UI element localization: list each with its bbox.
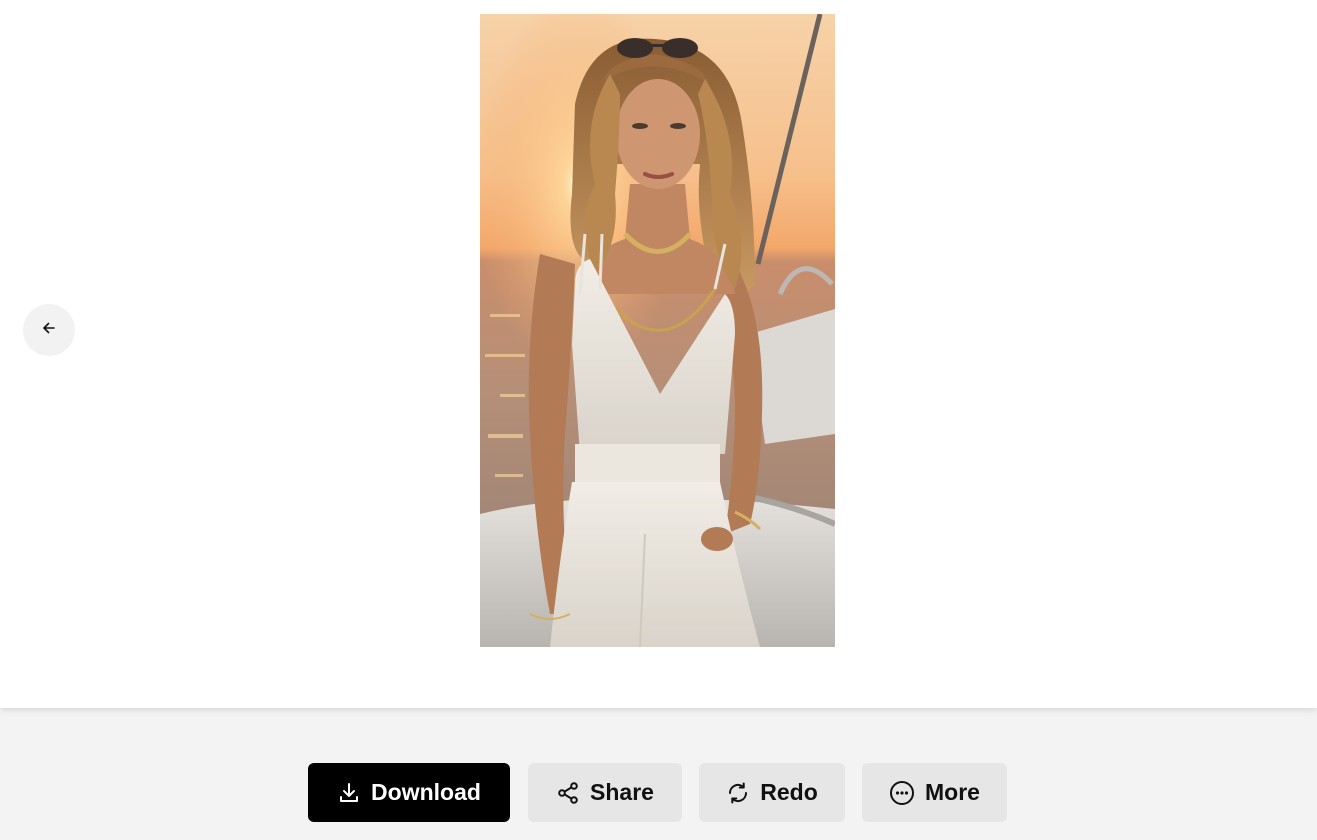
back-button[interactable] xyxy=(23,304,75,356)
download-button[interactable]: Download xyxy=(308,763,510,822)
redo-button[interactable]: Redo xyxy=(699,763,845,822)
image-viewer xyxy=(0,0,1317,708)
share-label: Share xyxy=(590,779,654,805)
download-icon xyxy=(337,781,361,805)
share-icon xyxy=(556,781,580,805)
refresh-icon xyxy=(726,781,750,805)
more-button[interactable]: More xyxy=(862,763,1007,822)
redo-label: Redo xyxy=(760,779,818,805)
action-bar: Download Share Redo More xyxy=(0,763,1317,822)
arrow-left-icon xyxy=(41,320,57,341)
more-horizontal-circle-icon xyxy=(889,780,915,806)
generated-image[interactable] xyxy=(480,14,835,647)
more-label: More xyxy=(925,779,980,805)
download-label: Download xyxy=(371,779,481,805)
share-button[interactable]: Share xyxy=(528,763,682,822)
